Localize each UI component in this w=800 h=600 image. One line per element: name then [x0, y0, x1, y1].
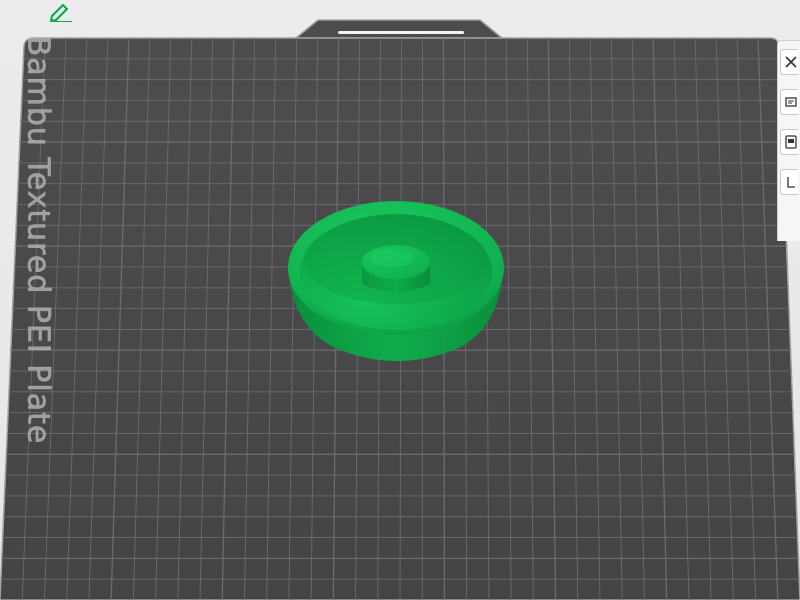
model-object[interactable] — [288, 201, 504, 361]
layer-icon[interactable] — [780, 169, 798, 195]
plate-tab-slot — [338, 31, 464, 34]
3d-viewport[interactable]: Bambu Textured PEI Plate — [0, 0, 800, 600]
plate-tab — [293, 19, 505, 39]
close-icon[interactable] — [780, 49, 798, 75]
arrange-icon[interactable] — [780, 129, 798, 155]
right-toolbar — [777, 40, 800, 241]
model-hub-highlight — [370, 249, 414, 267]
pencil-icon[interactable] — [48, 2, 74, 23]
auto-orient-icon[interactable] — [780, 89, 798, 115]
build-plate-scene[interactable] — [0, 0, 800, 600]
